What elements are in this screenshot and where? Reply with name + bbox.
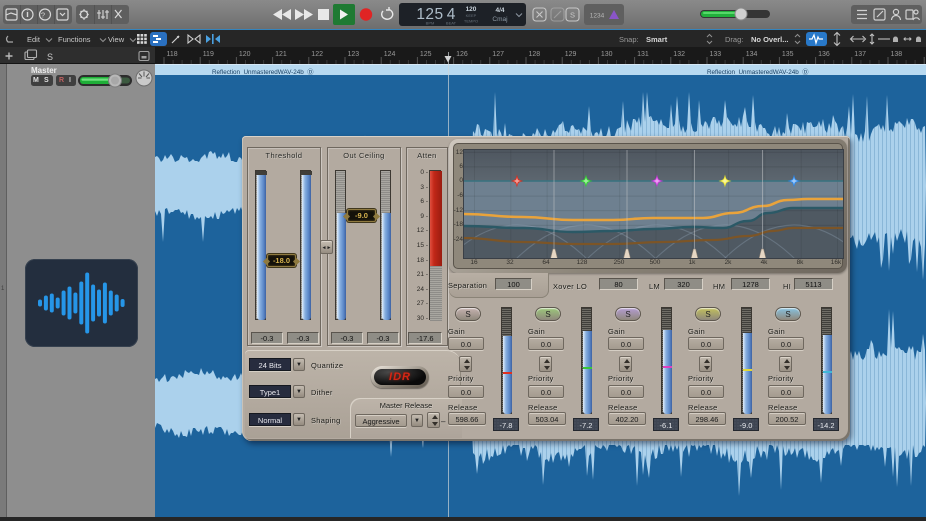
svg-text:127: 127 [492,51,504,58]
svg-text:134: 134 [746,51,758,58]
svg-text:S: S [570,11,575,20]
svg-text:136: 136 [818,51,830,58]
svg-text:123: 123 [348,51,360,58]
svg-text:Drag:: Drag: [725,35,743,44]
svg-text:132: 132 [673,51,685,58]
svg-text:133: 133 [710,51,722,58]
svg-text:128: 128 [529,51,541,58]
svg-text:120: 120 [466,6,477,13]
svg-text:View: View [108,35,125,44]
svg-text:Cmaj: Cmaj [492,16,507,23]
svg-text:130: 130 [601,51,613,58]
svg-text:119: 119 [203,51,214,58]
svg-text:BEAT: BEAT [446,21,457,26]
svg-text:135: 135 [782,51,794,58]
svg-text:Edit: Edit [27,35,41,44]
svg-text:121: 121 [275,51,287,58]
svg-text:BPM: BPM [426,21,435,26]
svg-text:137: 137 [854,51,866,58]
svg-text:S: S [47,52,53,62]
svg-text:?: ? [41,11,45,20]
svg-text:129: 129 [565,51,577,58]
svg-text:120: 120 [239,51,251,58]
svg-text:138: 138 [891,51,903,58]
svg-text:1234: 1234 [590,13,605,20]
svg-text:4/4: 4/4 [495,7,504,14]
svg-text:TEMPO: TEMPO [464,19,478,24]
svg-text:Functions: Functions [58,35,91,44]
svg-text:122: 122 [311,51,323,58]
svg-text:125: 125 [420,51,432,58]
svg-text:KEEP: KEEP [466,13,477,18]
svg-text:118: 118 [167,51,178,58]
svg-text:Smart: Smart [646,35,668,44]
svg-text:No Overl...: No Overl... [751,35,789,44]
svg-text:Snap:: Snap: [619,35,639,44]
svg-text:126: 126 [456,51,468,58]
svg-text:124: 124 [384,51,396,58]
svg-text:131: 131 [637,51,649,58]
